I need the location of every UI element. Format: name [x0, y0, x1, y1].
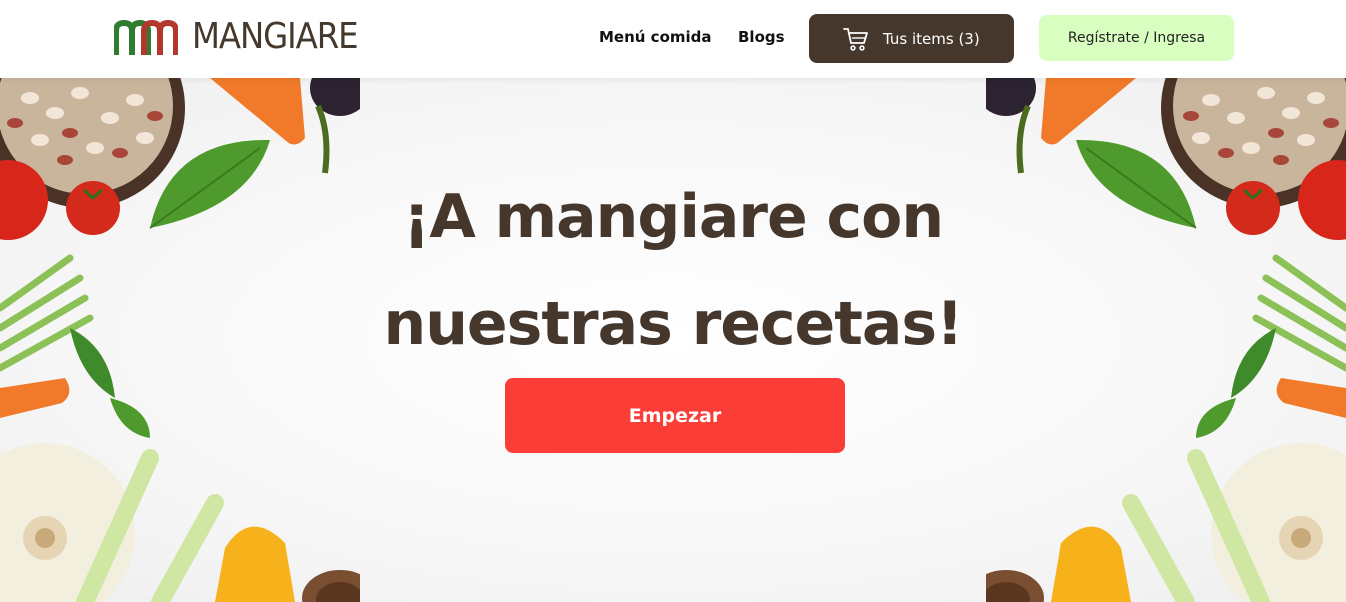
cart-icon [843, 27, 868, 51]
cart-label: Tus items (3) [883, 29, 980, 48]
site-header: MANGIARE Menú comida Blogs Tus items (3)… [0, 0, 1346, 78]
logo-mark-icon [114, 19, 178, 55]
logo-text: MANGIARE [192, 16, 359, 57]
register-login-button[interactable]: Regístrate / Ingresa [1039, 15, 1234, 61]
logo[interactable]: MANGIARE [114, 16, 376, 58]
hero-title: ¡A mangiare con nuestras recetas! [383, 182, 964, 359]
hero-section: ¡A mangiare con nuestras recetas! Empeza… [0, 78, 1346, 602]
nav-blogs[interactable]: Blogs [738, 26, 785, 48]
nav-menu-comida[interactable]: Menú comida [599, 26, 712, 48]
cart-button[interactable]: Tus items (3) [809, 14, 1014, 63]
start-button[interactable]: Empezar [505, 378, 845, 453]
